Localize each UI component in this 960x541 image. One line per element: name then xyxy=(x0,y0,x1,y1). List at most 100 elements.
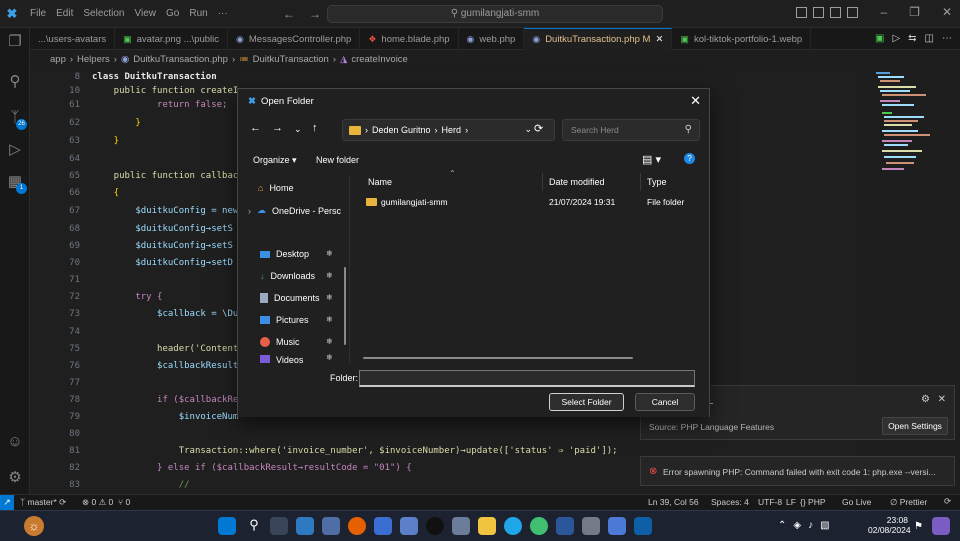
search-icon[interactable]: ⚲ xyxy=(5,72,25,92)
toggle-sidebar-icon[interactable] xyxy=(796,7,807,18)
task-view-icon[interactable] xyxy=(270,517,288,535)
file-explorer-icon[interactable] xyxy=(478,517,496,535)
split-editor-icon[interactable]: ◫ xyxy=(925,33,934,44)
indentation[interactable]: Spaces: 4 xyxy=(711,497,749,507)
refresh-icon[interactable]: ⟳ xyxy=(534,122,543,135)
breadcrumb-file[interactable]: DuitkuTransaction.php xyxy=(133,54,228,65)
nav-videos[interactable]: Videos xyxy=(260,355,303,363)
go-live-button[interactable]: Go Live xyxy=(842,497,871,507)
view-options-icon[interactable]: ▤ ▾ xyxy=(642,153,661,166)
file-list-scrollbar[interactable] xyxy=(363,357,633,359)
cursor-position[interactable]: Ln 39, Col 56 xyxy=(648,497,699,507)
firefox-icon[interactable] xyxy=(348,517,366,535)
nav-pictures[interactable]: Pictures xyxy=(260,315,309,325)
tab-kol-tiktok[interactable]: ▣ kol-tiktok-portfolio-1.webp xyxy=(672,28,812,50)
ports-indicator[interactable]: ⑂ 0 xyxy=(118,497,130,507)
word-icon[interactable] xyxy=(556,517,574,535)
tab-home-blade[interactable]: ❖ home.blade.php xyxy=(360,28,459,50)
forward-arrow-icon[interactable]: → xyxy=(309,7,321,21)
organize-button[interactable]: Organize ▾ xyxy=(253,155,297,166)
toggle-secondary-sidebar-icon[interactable] xyxy=(830,7,841,18)
vscode-active-icon[interactable] xyxy=(634,517,652,535)
notification-center-icon[interactable]: ⚑ xyxy=(914,521,923,532)
vscode-taskbar-icon[interactable] xyxy=(374,517,392,535)
widgets-icon[interactable] xyxy=(296,517,314,535)
tab-avatar-png[interactable]: ▣ avatar.png ...\public xyxy=(115,28,229,50)
close-window-icon[interactable]: ✕ xyxy=(942,5,952,19)
account-icon[interactable]: ☺ xyxy=(5,432,25,452)
close-tab-icon[interactable]: ✕ xyxy=(655,34,663,45)
address-dropdown-icon[interactable]: ⌄ xyxy=(524,124,532,135)
problems-indicator[interactable]: ⊗ 0 ⚠ 0 xyxy=(82,497,113,508)
tiktok-icon[interactable] xyxy=(426,517,444,535)
copilot-icon[interactable] xyxy=(932,517,950,535)
explorer-icon[interactable]: ❐ xyxy=(5,32,25,52)
breadcrumb-class[interactable]: DuitkuTransaction xyxy=(253,54,329,65)
volume-icon[interactable]: ♪ xyxy=(808,520,813,531)
image-preview-icon[interactable]: ▣ xyxy=(875,33,884,44)
tab-users-avatars[interactable]: ...\users-avatars xyxy=(30,28,116,50)
menu-go[interactable]: Go xyxy=(166,8,179,19)
nav-scrollbar[interactable] xyxy=(344,267,346,345)
tab-duitku-transaction[interactable]: ◉ DuitkuTransaction.php M ✕ xyxy=(524,28,673,50)
menu-file[interactable]: File xyxy=(30,8,46,19)
teams-icon[interactable] xyxy=(322,517,340,535)
nav-onedrive[interactable]: › ☁ OneDrive - Persc xyxy=(248,205,341,216)
file-row[interactable]: gumilangjati-smm 21/07/2024 19:31 File f… xyxy=(352,195,702,211)
menu-more[interactable]: ··· xyxy=(218,8,228,19)
tab-messages-controller[interactable]: ◉ MessagesController.php xyxy=(228,28,361,50)
notification-settings-gear-icon[interactable]: ⚙ xyxy=(921,394,930,405)
remote-indicator-icon[interactable]: ↗ xyxy=(0,495,14,511)
source-control-icon[interactable]: ᛉ 26 xyxy=(5,108,27,130)
battery-icon[interactable]: ▧ xyxy=(820,520,829,531)
address-segment[interactable]: Deden Guritno xyxy=(372,125,431,135)
cancel-button[interactable]: Cancel xyxy=(635,393,695,411)
network-icon[interactable]: ◈ xyxy=(793,520,801,531)
notifications-bell-icon[interactable]: ⟳ xyxy=(944,496,951,507)
compare-changes-icon[interactable]: ⇆ xyxy=(908,33,916,44)
notepad-icon[interactable] xyxy=(608,517,626,535)
folder-name-input[interactable] xyxy=(359,370,695,387)
recent-locations-chevron-icon[interactable]: ⌄ xyxy=(294,124,302,135)
tray-chevron-icon[interactable]: ⌃ xyxy=(778,520,786,531)
address-bar[interactable]: › Deden Guritno › Herd › ⌄ xyxy=(342,119,555,141)
address-segment[interactable]: Herd xyxy=(442,125,462,135)
menu-run[interactable]: Run xyxy=(189,8,207,19)
prettier-status[interactable]: ∅ Prettier xyxy=(890,497,927,508)
encoding[interactable]: UTF-8 xyxy=(758,497,782,507)
forward-arrow-icon[interactable]: → xyxy=(272,122,283,134)
back-arrow-icon[interactable]: ← xyxy=(283,7,295,21)
breadcrumb-helpers[interactable]: Helpers xyxy=(77,54,110,65)
nav-home[interactable]: ⌂ Home xyxy=(258,183,293,193)
expand-chevron-icon[interactable]: › xyxy=(248,206,251,216)
minimize-icon[interactable]: – xyxy=(880,5,887,19)
clock[interactable]: 23:08 02/08/2024 xyxy=(868,515,911,535)
column-name[interactable]: Name xyxy=(362,173,542,191)
start-button-icon[interactable] xyxy=(218,517,236,535)
dialog-close-icon[interactable]: ✕ xyxy=(690,93,701,109)
command-center-search[interactable]: ⚲ gumilangjati-smm xyxy=(327,5,663,23)
database-icon[interactable] xyxy=(582,517,600,535)
up-arrow-icon[interactable]: ↑ xyxy=(312,122,318,134)
branch-indicator[interactable]: ᛉ master* ⟳ xyxy=(20,497,66,508)
more-actions-icon[interactable]: ⋯ xyxy=(942,33,952,44)
extensions-icon[interactable]: ▦ 1 xyxy=(5,172,27,194)
select-folder-button[interactable]: Select Folder xyxy=(549,393,624,411)
nav-documents[interactable]: Documents xyxy=(260,293,320,303)
notification-close-icon[interactable]: ✕ xyxy=(938,394,946,405)
line-ending[interactable]: LF xyxy=(786,497,796,507)
toggle-panel-icon[interactable] xyxy=(813,7,824,18)
camera-icon[interactable] xyxy=(452,517,470,535)
breadcrumb-method[interactable]: createInvoice xyxy=(351,54,408,65)
language-mode[interactable]: {} PHP xyxy=(800,497,826,507)
new-folder-button[interactable]: New folder xyxy=(316,155,359,165)
calculator-icon[interactable] xyxy=(400,517,418,535)
back-arrow-icon[interactable]: ← xyxy=(250,122,261,134)
settings-gear-icon[interactable]: ⚙ xyxy=(5,468,25,488)
edge-icon[interactable] xyxy=(504,517,522,535)
customize-layout-icon[interactable] xyxy=(847,7,858,18)
weather-widget-icon[interactable]: ☼ xyxy=(24,516,44,536)
taskbar-search-icon[interactable]: ⚲ xyxy=(245,517,263,535)
menu-view[interactable]: View xyxy=(135,8,157,19)
search-herd-input[interactable]: Search Herd ⚲ xyxy=(562,119,700,141)
